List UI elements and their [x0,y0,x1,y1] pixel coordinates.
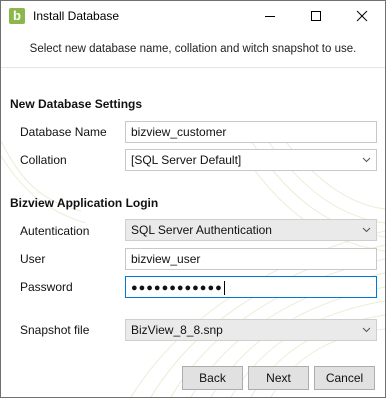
chevron-down-icon [362,227,371,233]
authentication-dropdown[interactable]: SQL Server Authentication [125,219,377,241]
section-title-new-database: New Database Settings [10,97,143,111]
authentication-label: Autentication [20,224,90,238]
snapshot-file-value: BizView_8_8.snp [131,323,223,337]
install-database-window: b Install Database Select new database n… [0,0,386,398]
bizview-logo-icon: b [9,8,25,24]
cancel-button[interactable]: Cancel [314,366,375,390]
close-icon [356,10,368,22]
collation-value: [SQL Server Default] [131,153,242,167]
database-name-label: Database Name [20,125,107,139]
snapshot-file-dropdown[interactable]: BizView_8_8.snp [125,319,377,341]
window-title: Install Database [33,9,120,23]
maximize-button[interactable] [293,1,339,31]
close-button[interactable] [339,1,385,31]
next-button[interactable]: Next [248,366,309,390]
back-button[interactable]: Back [182,366,243,390]
password-label: Password [20,280,73,294]
password-masked-value: ●●●●●●●●●●●● [131,282,223,294]
maximize-icon [311,11,321,21]
minimize-icon [265,16,275,17]
authentication-value: SQL Server Authentication [131,223,272,237]
snapshot-file-label: Snapshot file [20,323,90,337]
collation-dropdown[interactable]: [SQL Server Default] [125,149,377,171]
text-caret [223,280,225,295]
chevron-down-icon [362,327,371,333]
minimize-button[interactable] [247,1,293,31]
header-divider [1,67,385,68]
user-label: User [20,252,46,266]
user-input[interactable]: bizview_user [125,248,377,270]
collation-label: Collation [20,153,67,167]
instruction-text: Select new database name, collation and … [29,43,357,55]
chevron-down-icon [362,157,371,163]
section-title-application-login: Bizview Application Login [10,196,159,210]
title-bar: b Install Database [1,1,385,31]
database-name-input[interactable]: bizview_customer [125,121,377,143]
password-input[interactable]: ●●●●●●●●●●●● [125,276,377,298]
